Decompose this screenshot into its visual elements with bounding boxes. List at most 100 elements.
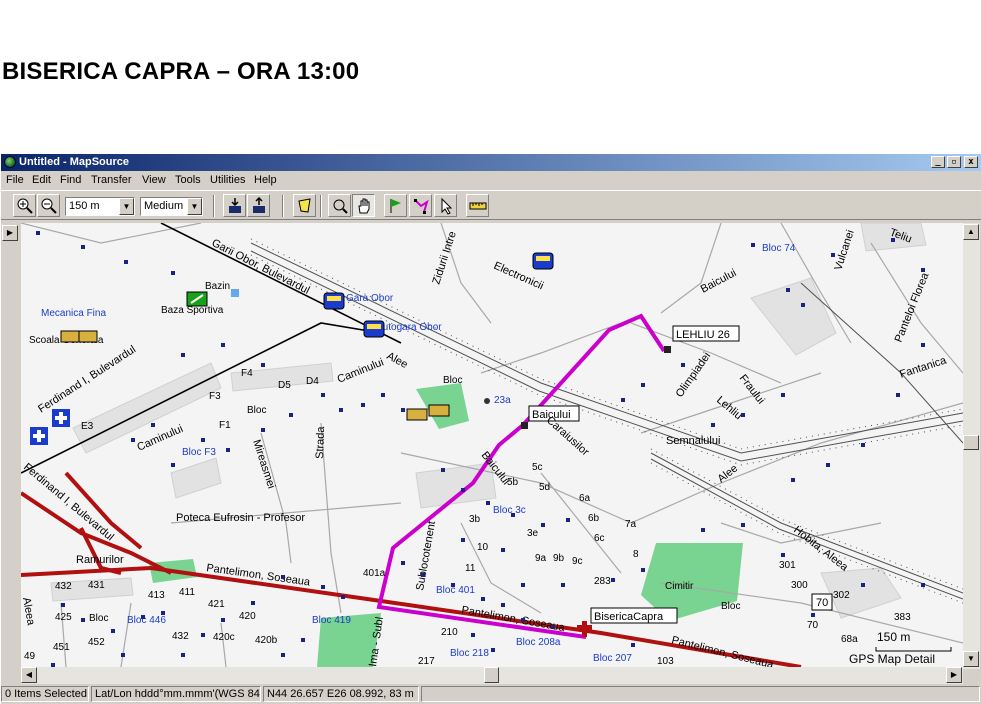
hospital-icon[interactable]: [30, 427, 48, 445]
distance-tool-button[interactable]: [466, 194, 489, 217]
poi-label[interactable]: Bloc 419: [312, 615, 351, 626]
poi-label[interactable]: Bloc 446: [127, 615, 166, 626]
building-dot: [61, 603, 65, 607]
ruler-icon: [469, 202, 487, 210]
menu-view[interactable]: View: [142, 174, 166, 186]
chevron-down-icon[interactable]: ▼: [187, 198, 202, 215]
bus-icon[interactable]: [323, 292, 345, 310]
close-button[interactable]: x: [964, 156, 978, 168]
block-number: 420b: [255, 635, 278, 646]
school-bus-icon[interactable]: [60, 330, 98, 343]
sports-icon[interactable]: [186, 291, 208, 307]
zoom-tool-icon: [333, 199, 348, 214]
building-dot: [341, 595, 345, 599]
poi-label[interactable]: Bloc: [89, 613, 108, 624]
pool-icon[interactable]: [231, 289, 239, 297]
poi-label[interactable]: Gara Obor: [346, 293, 394, 304]
scroll-down-button[interactable]: ▼: [963, 651, 979, 667]
building-dot: [861, 583, 865, 587]
scroll-left-button[interactable]: ◀: [21, 667, 37, 683]
waypoint-tool-button[interactable]: [384, 194, 407, 217]
building-dot: [421, 573, 425, 577]
building-dot: [161, 611, 165, 615]
poi-label[interactable]: Bloc: [443, 375, 462, 386]
send-to-device-icon: [253, 197, 265, 213]
hospital-icon[interactable]: [52, 409, 70, 427]
send-to-device-button[interactable]: [247, 194, 270, 217]
waypoint-marker[interactable]: [664, 346, 671, 353]
building-dot: [361, 403, 365, 407]
map-canvas[interactable]: LEHLIU 26 Baicului BisericaCapra Garii O…: [21, 223, 963, 667]
vertical-scroll-thumb[interactable]: [963, 435, 979, 450]
menu-transfer[interactable]: Transfer: [91, 174, 132, 186]
menu-help[interactable]: Help: [254, 174, 277, 186]
poi-label[interactable]: Bloc: [721, 601, 740, 612]
slide-title: BISERICA CAPRA – ORA 13:00: [2, 58, 360, 85]
select-tool-button[interactable]: [434, 194, 457, 217]
mapsource-window: Untitled - MapSource _ ▫ x File Edit Fin…: [0, 154, 981, 704]
poi-label[interactable]: Bloc 208a: [516, 637, 561, 648]
poi-label[interactable]: Mecanica Fina: [41, 308, 106, 319]
chevron-down-icon[interactable]: ▼: [119, 198, 134, 215]
zoom-in-button[interactable]: [13, 194, 36, 217]
building-dot: [81, 618, 85, 622]
menu-file[interactable]: File: [6, 174, 24, 186]
horizontal-scroll-thumb[interactable]: [484, 667, 499, 683]
point-marker[interactable]: [484, 398, 490, 404]
zoom-scale-select[interactable]: 150 m ▼: [65, 197, 135, 216]
minimize-button[interactable]: _: [931, 156, 945, 168]
hand-tool-button[interactable]: [352, 194, 375, 217]
poi-label[interactable]: Bloc 401: [436, 585, 475, 596]
block-number: 432: [172, 631, 189, 642]
poi-label[interactable]: 23a: [494, 395, 511, 406]
zoom-tool-button[interactable]: [328, 194, 351, 217]
block-number: 103: [657, 656, 674, 667]
route-tool-button[interactable]: [409, 194, 432, 217]
poi-label[interactable]: Cimitir: [665, 581, 694, 592]
building-dot: [861, 443, 865, 447]
panel-toggle-button[interactable]: ▶: [2, 225, 18, 241]
poi-label[interactable]: Bloc 218: [450, 648, 489, 659]
detail-select[interactable]: Medium ▼: [140, 197, 203, 216]
building-dot: [481, 597, 485, 601]
scroll-up-button[interactable]: ▲: [963, 224, 979, 240]
vertical-scrollbar[interactable]: ▲ ▼: [963, 223, 980, 669]
block-number: 411: [179, 587, 195, 598]
block-number: 420c: [213, 632, 235, 643]
map-select-button[interactable]: [293, 194, 316, 217]
building-dot: [486, 501, 490, 505]
bus-icon[interactable]: [363, 320, 385, 338]
building-dot: [401, 408, 405, 412]
block-number: 301: [779, 560, 796, 571]
menu-tools[interactable]: Tools: [175, 174, 201, 186]
building-dot: [791, 478, 795, 482]
zoom-out-button[interactable]: [37, 194, 60, 217]
building-dot: [201, 633, 205, 637]
poi-label[interactable]: Bloc 3c: [493, 505, 526, 516]
poi-label[interactable]: Autogara Obor: [376, 322, 442, 333]
receive-from-device-button[interactable]: [223, 194, 246, 217]
menu-edit[interactable]: Edit: [32, 174, 51, 186]
restore-button[interactable]: ▫: [947, 156, 961, 168]
block-number: 9b: [553, 553, 565, 564]
horizontal-scrollbar[interactable]: ◀ ▶: [21, 667, 963, 684]
waypoint-label-lehliu[interactable]: LEHLIU 26: [676, 329, 730, 341]
poi-label[interactable]: Bazin: [205, 281, 230, 292]
building-dot: [321, 393, 325, 397]
waypoint-marker[interactable]: [521, 422, 528, 429]
building-dot: [124, 260, 128, 264]
menu-utilities[interactable]: Utilities: [210, 174, 245, 186]
building-dot: [631, 643, 635, 647]
speed-limit-value: 70: [816, 597, 828, 609]
poi-label[interactable]: Bloc: [247, 405, 266, 416]
menu-find[interactable]: Find: [60, 174, 81, 186]
poi-label[interactable]: Bloc 74: [762, 243, 796, 254]
waypoint-label-biserica[interactable]: BisericaCapra: [594, 611, 664, 623]
scroll-right-button[interactable]: ▶: [946, 667, 962, 683]
bus-icon[interactable]: [532, 252, 554, 270]
block-number: 451: [53, 642, 70, 653]
poi-label[interactable]: Bloc 207: [593, 653, 632, 664]
poi-label[interactable]: Bloc F3: [182, 447, 216, 458]
poi-label[interactable]: Baza Sportiva: [161, 305, 224, 316]
menu-bar: File Edit Find Transfer View Tools Utili…: [1, 171, 981, 189]
